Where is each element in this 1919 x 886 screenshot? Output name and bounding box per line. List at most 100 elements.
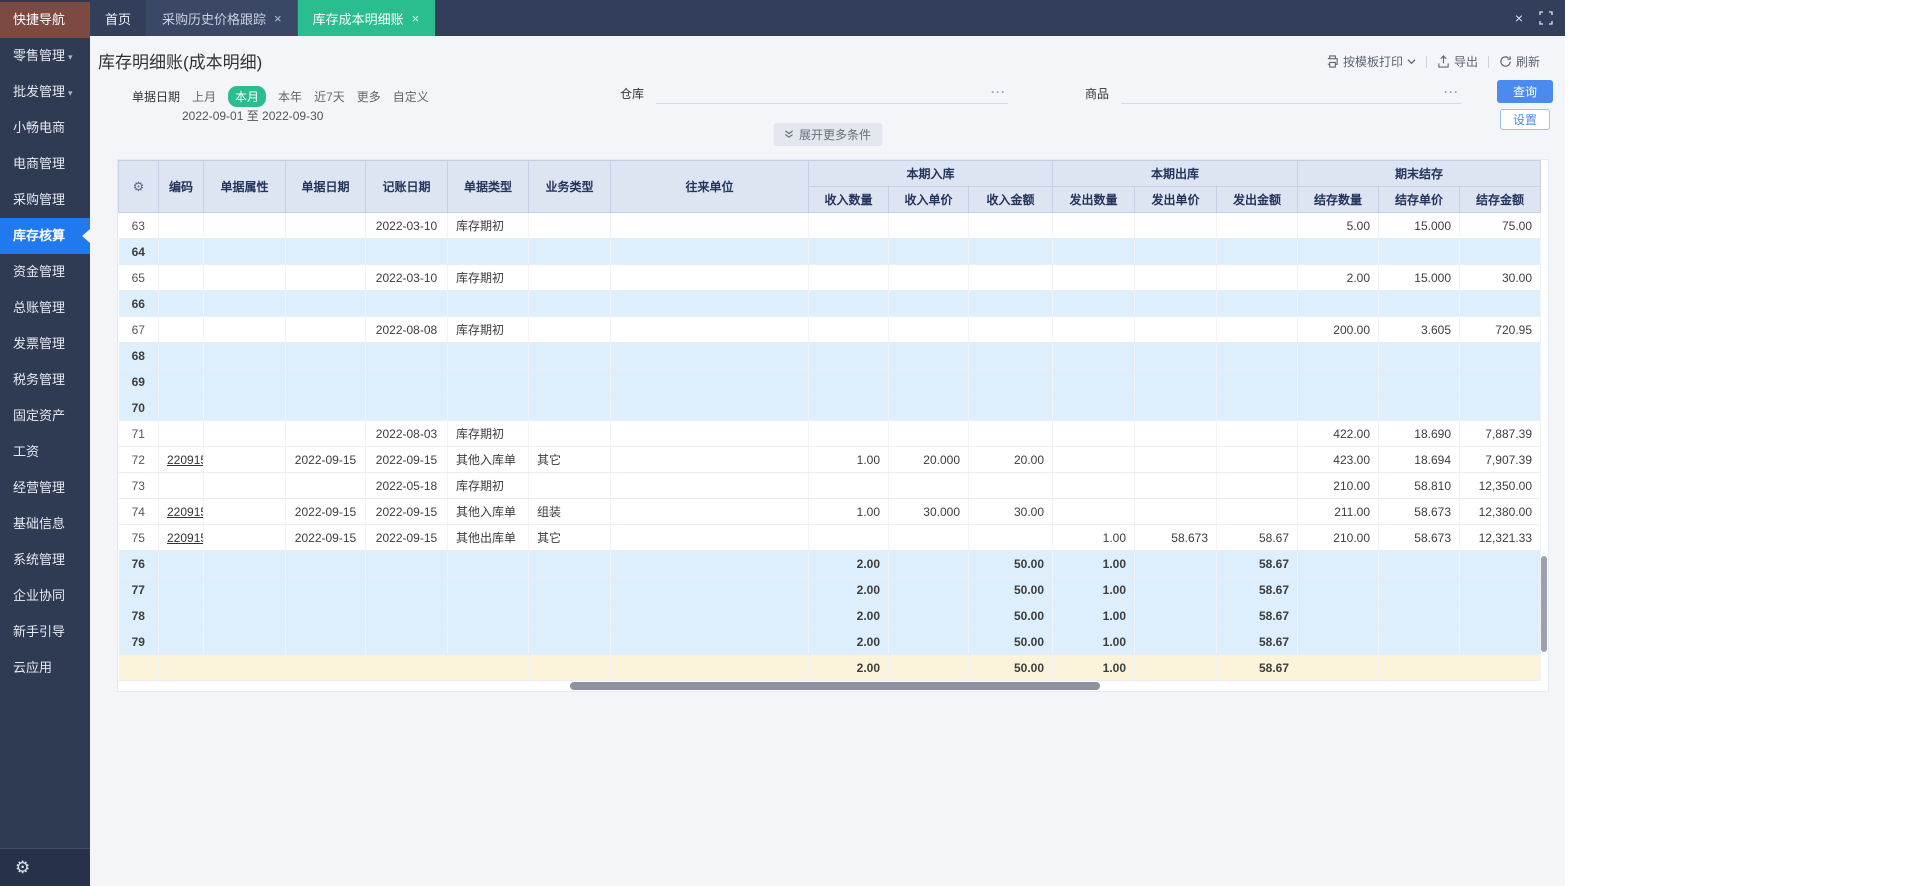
- table-row[interactable]: 71 2022-08-03 库存期初 422.00 18.690 7,887.39: [118, 420, 1541, 447]
- table-row[interactable]: 63 2022-03-10 库存期初 5.00 15.000 75.00: [118, 212, 1541, 239]
- table-row[interactable]: 72220915-02022-09-152022-09-15其他入库单其它1.0…: [118, 446, 1541, 473]
- sidebar-item-10[interactable]: 固定资产: [0, 398, 90, 434]
- export-button[interactable]: 导出: [1437, 53, 1478, 70]
- sidebar-item-0[interactable]: 零售管理 ▾: [0, 38, 90, 74]
- horizontal-scrollbar[interactable]: [570, 682, 1100, 690]
- cell-doc_type: [447, 290, 529, 317]
- query-button[interactable]: 查询: [1497, 80, 1553, 103]
- cell-doc_type: [447, 654, 529, 681]
- more-icon[interactable]: ···: [991, 85, 1006, 99]
- sidebar-item-11[interactable]: 工资: [0, 434, 90, 470]
- table-row[interactable]: 68: [118, 342, 1541, 369]
- document-code-link[interactable]: 220915-0: [167, 531, 203, 545]
- cell-code: [158, 212, 204, 239]
- cell-out_price: 58.673: [1134, 524, 1217, 551]
- vertical-scrollbar[interactable]: [1541, 556, 1547, 652]
- refresh-button[interactable]: 刷新: [1499, 53, 1540, 70]
- date-quick-option-3[interactable]: 近7天: [314, 88, 345, 105]
- table-row[interactable]: 74220915-02022-09-152022-09-15其他入库单组装1.0…: [118, 498, 1541, 525]
- sidebar-item-2[interactable]: 小畅电商: [0, 110, 90, 146]
- main-area: 首页 采购历史价格跟踪 × 库存成本明细账 × × 库存明细账(成本明细) 按模…: [90, 0, 1565, 886]
- more-icon[interactable]: ···: [1444, 85, 1459, 99]
- cell-bal_qty: [1297, 654, 1379, 681]
- cell-code: [158, 238, 204, 265]
- tab-2[interactable]: 库存成本明细账 ×: [297, 0, 436, 36]
- sidebar-item-9[interactable]: 税务管理: [0, 362, 90, 398]
- table-row[interactable]: 75220915-02022-09-152022-09-15其他出库单其它1.0…: [118, 524, 1541, 551]
- table-total-row[interactable]: 2.00 50.00 1.00 58.67: [118, 654, 1541, 681]
- table-row[interactable]: 67 2022-08-08 库存期初 200.00 3.605 720.95: [118, 316, 1541, 343]
- table-row[interactable]: 79 2.00 50.00 1.00 58.67: [118, 628, 1541, 655]
- cell-in_amt: 50.00: [968, 602, 1053, 629]
- expand-more-button[interactable]: 展开更多条件: [772, 123, 883, 146]
- tab-1[interactable]: 采购历史价格跟踪 ×: [147, 0, 298, 36]
- date-quick-option-0[interactable]: 上月: [192, 88, 216, 105]
- table-row[interactable]: 70: [118, 394, 1541, 421]
- tab-0[interactable]: 首页: [90, 0, 148, 36]
- cell-bal_amt: [1459, 602, 1541, 629]
- document-code-link[interactable]: 220915-0: [167, 453, 203, 467]
- sidebar-item-3[interactable]: 电商管理: [0, 146, 90, 182]
- cell-book_date: [365, 238, 448, 265]
- column-header-out_price: 发出单价: [1134, 186, 1217, 213]
- cell-bal_qty: [1297, 238, 1379, 265]
- sidebar-item-8[interactable]: 发票管理: [0, 326, 90, 362]
- table-row[interactable]: 73 2022-05-18 库存期初 210.00 58.810 12,350.00: [118, 472, 1541, 499]
- column-header-in_amt: 收入金额: [968, 186, 1053, 213]
- sidebar-item-6[interactable]: 资金管理: [0, 254, 90, 290]
- table-row[interactable]: 77 2.00 50.00 1.00 58.67: [118, 576, 1541, 603]
- table-row[interactable]: 76 2.00 50.00 1.00 58.67: [118, 550, 1541, 577]
- date-range-value[interactable]: 2022-09-01 至 2022-09-30: [182, 107, 323, 124]
- sidebar-item-5[interactable]: 库存核算: [0, 218, 90, 254]
- date-quick-option-5[interactable]: 自定义: [393, 88, 429, 105]
- table-row[interactable]: 69: [118, 368, 1541, 395]
- sidebar-item-12[interactable]: 经营管理: [0, 470, 90, 506]
- sidebar-item-15[interactable]: 企业协同: [0, 578, 90, 614]
- document-code-link[interactable]: 220915-0: [167, 505, 203, 519]
- cell-bal_qty: [1297, 290, 1379, 317]
- close-icon[interactable]: ×: [274, 11, 282, 26]
- sidebar-item-13[interactable]: 基础信息: [0, 506, 90, 542]
- sidebar-item-14[interactable]: 系统管理: [0, 542, 90, 578]
- sidebar-item-7[interactable]: 总账管理: [0, 290, 90, 326]
- product-input[interactable]: [1121, 82, 1462, 104]
- close-icon[interactable]: ×: [412, 11, 420, 26]
- cell-book_date: 2022-05-18: [365, 472, 448, 499]
- gear-icon[interactable]: ⚙: [15, 858, 30, 878]
- cell-out_qty: [1052, 316, 1135, 343]
- cell-bal_amt: [1459, 238, 1541, 265]
- cell-bal_amt: 12,321.33: [1459, 524, 1541, 551]
- date-quick-option-2[interactable]: 本年: [278, 88, 302, 105]
- print-template-button[interactable]: 按模板打印: [1326, 53, 1416, 70]
- date-quick-option-4[interactable]: 更多: [357, 88, 381, 105]
- cell-out_qty: [1052, 394, 1135, 421]
- table-row[interactable]: 78 2.00 50.00 1.00 58.67: [118, 602, 1541, 629]
- cell-in_price: [888, 628, 969, 655]
- fullscreen-icon[interactable]: [1539, 11, 1553, 25]
- tabs-container: 首页 采购历史价格跟踪 × 库存成本明细账 ×: [90, 0, 436, 36]
- sidebar-item-17[interactable]: 云应用: [0, 650, 90, 686]
- column-header-settings[interactable]: ⚙: [118, 160, 159, 213]
- table-row[interactable]: 64: [118, 238, 1541, 265]
- cell-bal_amt: 7,887.39: [1459, 420, 1541, 447]
- chevron-down-icon[interactable]: [1407, 58, 1416, 65]
- warehouse-input[interactable]: [656, 82, 1009, 104]
- cell-attr: [203, 628, 286, 655]
- warehouse-label: 仓库: [620, 86, 645, 101]
- cell-in_price: [888, 394, 969, 421]
- settings-button[interactable]: 设置: [1500, 109, 1550, 130]
- cell-in_amt: 50.00: [968, 628, 1053, 655]
- cell-doc_date: 2022-09-15: [285, 524, 366, 551]
- sidebar-item-16[interactable]: 新手引导: [0, 614, 90, 650]
- date-quick-option-1[interactable]: 本月: [228, 86, 267, 107]
- table-row[interactable]: 65 2022-03-10 库存期初 2.00 15.000 30.00: [118, 264, 1541, 291]
- table-row[interactable]: 66: [118, 290, 1541, 317]
- cell-in_amt: [968, 290, 1053, 317]
- divider: [1425, 55, 1427, 68]
- cell-in_price: [888, 238, 969, 265]
- sidebar-menu: 零售管理 ▾ 批发管理 ▾ 小畅电商 电商管理 采购管理 库存核算 资金管理 总账管理 发票管理 税务…: [0, 38, 90, 686]
- sidebar-item-1[interactable]: 批发管理 ▾: [0, 74, 90, 110]
- close-icon[interactable]: ×: [1515, 10, 1523, 26]
- sidebar-item-quick-nav[interactable]: 快捷导航: [0, 2, 90, 38]
- sidebar-item-4[interactable]: 采购管理: [0, 182, 90, 218]
